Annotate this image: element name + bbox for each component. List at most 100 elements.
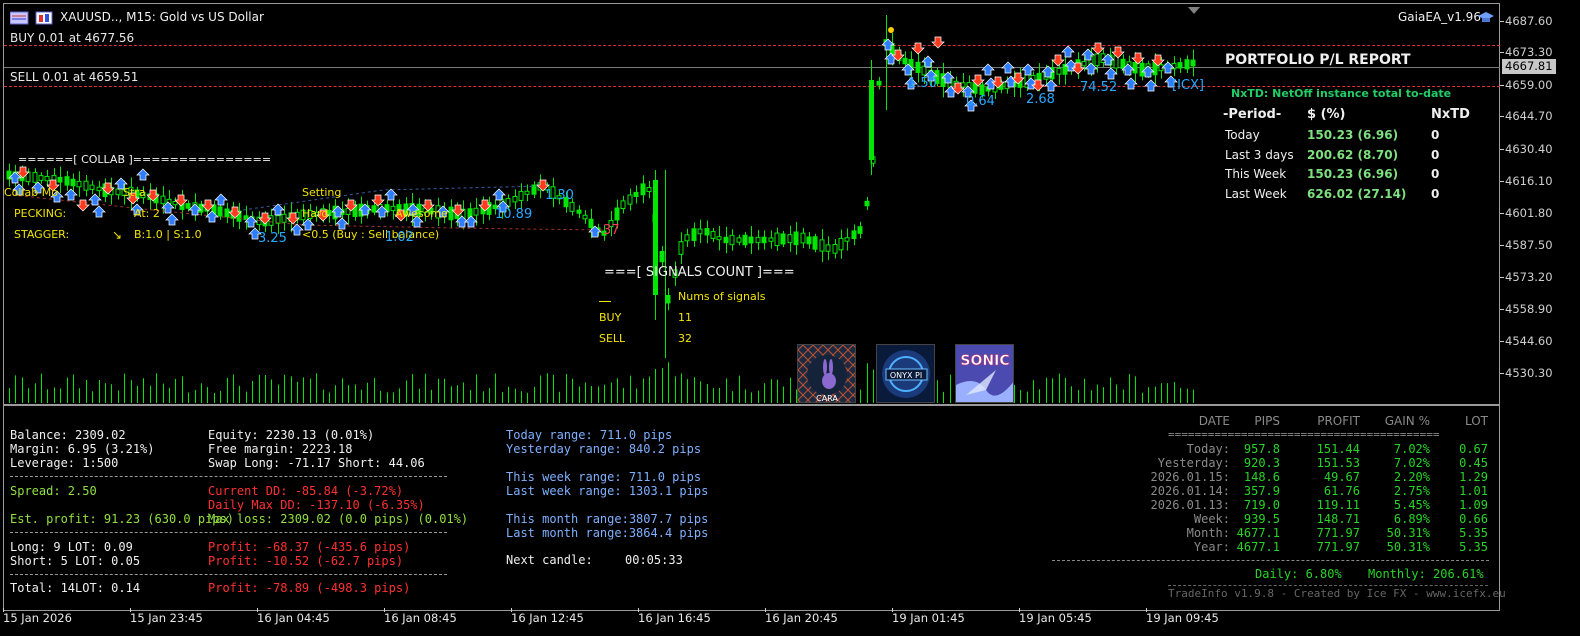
candle-body bbox=[646, 186, 652, 193]
candle-body bbox=[851, 230, 857, 240]
buy-arrow-icon bbox=[492, 188, 506, 201]
time-axis[interactable]: 15 Jan 2026 15 Jan 23:45 16 Jan 04:45 16… bbox=[0, 608, 1500, 636]
perf-cell-gain: 5.45% bbox=[1393, 498, 1430, 512]
candle-body bbox=[627, 194, 633, 205]
perf-cell-pips: 4677.1 bbox=[1236, 540, 1280, 554]
time-tick: 16 Jan 16:45 bbox=[638, 608, 711, 625]
perf-header-date: DATE bbox=[1198, 414, 1230, 428]
margin-text: Margin: 6.95 (3.21%) bbox=[10, 442, 155, 456]
perf-cell-profit: 119.11 bbox=[1316, 498, 1360, 512]
candle-body bbox=[448, 206, 454, 221]
candle-body bbox=[89, 184, 95, 190]
candle-body bbox=[806, 236, 812, 245]
portfolio-subtitle: NxTD: NetOff instance total to-date bbox=[1231, 87, 1452, 100]
perf-cell-profit: 151.44 bbox=[1316, 442, 1360, 456]
signals-sell-value: 32 bbox=[678, 332, 692, 345]
price-tick: 4687.60 bbox=[1500, 14, 1553, 28]
sell-arrow-icon bbox=[1051, 54, 1065, 67]
chart-label: 1.02 bbox=[385, 230, 414, 245]
rabbit-icon: CARA bbox=[798, 345, 855, 402]
perf-cell-profit: 61.76 bbox=[1323, 484, 1360, 498]
candle-body bbox=[1184, 59, 1190, 70]
candle-body bbox=[1139, 62, 1145, 77]
chart-label: [ICX] bbox=[1172, 78, 1204, 93]
free-margin-text: Free margin: 2223.18 bbox=[208, 442, 353, 456]
collab-mode-label: Collab Mo bbox=[4, 186, 58, 199]
sell-arrow-icon bbox=[911, 42, 925, 55]
portfolio-value: 150.23 (6.96) bbox=[1307, 167, 1399, 181]
price-tick: 4644.70 bbox=[1500, 109, 1553, 123]
portfolio-title: PORTFOLIO P/L REPORT bbox=[1225, 52, 1411, 68]
candle-body bbox=[576, 209, 582, 214]
short-profit-text: Profit: -10.52 (-62.7 pips) bbox=[208, 554, 404, 568]
chart-label: 74.52 bbox=[1080, 80, 1118, 95]
candle-body bbox=[172, 200, 178, 206]
this-week-range-text: This week range: 711.0 pips bbox=[506, 470, 702, 484]
footer-credit: TradeInfo v1.9.8 - Created by Ice FX - w… bbox=[1168, 587, 1506, 600]
chart-label: 3.25 bbox=[258, 231, 287, 246]
onyx-orb-icon: ONYX PI bbox=[882, 350, 930, 398]
candle-body bbox=[70, 178, 76, 187]
chart-label: 1.50 bbox=[908, 76, 937, 91]
candle-body bbox=[793, 231, 799, 246]
time-tick: 16 Jan 12:45 bbox=[511, 608, 584, 625]
time-tick: 16 Jan 04:45 bbox=[257, 608, 330, 625]
est-profit-text: Est. profit: 91.23 (630.0 pips) bbox=[10, 512, 234, 526]
candle-body bbox=[569, 201, 575, 212]
price-tick: 4616.10 bbox=[1500, 174, 1553, 188]
signals-buy-label: BUY bbox=[599, 311, 622, 324]
candle-body bbox=[864, 200, 870, 207]
perf-cell-gain: 2.75% bbox=[1393, 484, 1430, 498]
candle-body bbox=[224, 208, 230, 218]
candle-body bbox=[819, 239, 825, 252]
separator bbox=[1052, 560, 1489, 561]
perf-cell-lot: 5.35 bbox=[1459, 540, 1488, 554]
candle-body bbox=[588, 218, 594, 229]
sell-arrow-icon bbox=[931, 36, 945, 49]
candle-body bbox=[774, 232, 780, 247]
daily-gain-text: Daily: 6.80% bbox=[1255, 567, 1342, 581]
panel-divider[interactable] bbox=[4, 404, 1500, 406]
perf-cell-lot: 1.29 bbox=[1459, 470, 1488, 484]
next-candle-timer: 00:05:33 bbox=[625, 553, 683, 567]
portfolio-nxtd: 0 bbox=[1431, 187, 1440, 201]
time-tick: 16 Jan 08:45 bbox=[384, 608, 457, 625]
candle-body bbox=[659, 250, 665, 263]
pecking-label: PECKING: bbox=[14, 207, 67, 220]
cara-ea-icon[interactable]: CARA bbox=[797, 344, 856, 403]
sonic-ea-icon[interactable]: SONIC bbox=[955, 344, 1014, 403]
candle-body bbox=[768, 237, 774, 242]
candle-body bbox=[640, 183, 646, 196]
candle-body bbox=[1036, 72, 1042, 82]
perf-cell-profit: 151.53 bbox=[1316, 456, 1360, 470]
awesome-text: Awesome bbox=[395, 207, 448, 220]
candle-body bbox=[812, 236, 818, 250]
chart-label: 37 bbox=[603, 223, 620, 238]
perf-cell-date: Month: bbox=[1186, 526, 1230, 540]
candle-body bbox=[614, 207, 620, 221]
buy-arrow-icon bbox=[1061, 45, 1075, 58]
stagger-arrow-icon: ↘ bbox=[112, 228, 123, 242]
onyx-pi-ea-icon[interactable]: ONYX PI bbox=[876, 344, 935, 403]
candle-body bbox=[1190, 59, 1196, 67]
portfolio-value: 150.23 (6.96) bbox=[1307, 128, 1399, 142]
portfolio-period: This Week bbox=[1225, 167, 1287, 181]
candle-body bbox=[704, 228, 710, 236]
price-axis[interactable]: 4687.60 4673.30 4659.00 4644.70 4630.40 … bbox=[1500, 0, 1580, 612]
perf-cell-date: 2026.01.13: bbox=[1150, 498, 1230, 512]
candle-body bbox=[800, 232, 806, 244]
candle-body bbox=[716, 236, 722, 241]
perf-cell-date: Today: bbox=[1186, 442, 1230, 456]
buy-arrow-icon bbox=[165, 213, 179, 226]
candle-body bbox=[1177, 62, 1183, 69]
time-tick: 19 Jan 05:45 bbox=[1019, 608, 1092, 625]
last-month-range-text: Last month range:3864.4 pips bbox=[506, 526, 709, 540]
price-tick: 4587.50 bbox=[1500, 238, 1553, 252]
candle-body bbox=[857, 226, 863, 234]
stagger-value: B:1.0 | S:1.0 bbox=[134, 228, 202, 241]
perf-header-profit: PROFIT bbox=[1317, 414, 1360, 428]
chart-label: 2.68 bbox=[1026, 92, 1055, 107]
perf-cell-profit: 771.97 bbox=[1316, 526, 1360, 540]
perf-cell-profit: 771.97 bbox=[1316, 540, 1360, 554]
candle-body bbox=[1132, 62, 1138, 74]
